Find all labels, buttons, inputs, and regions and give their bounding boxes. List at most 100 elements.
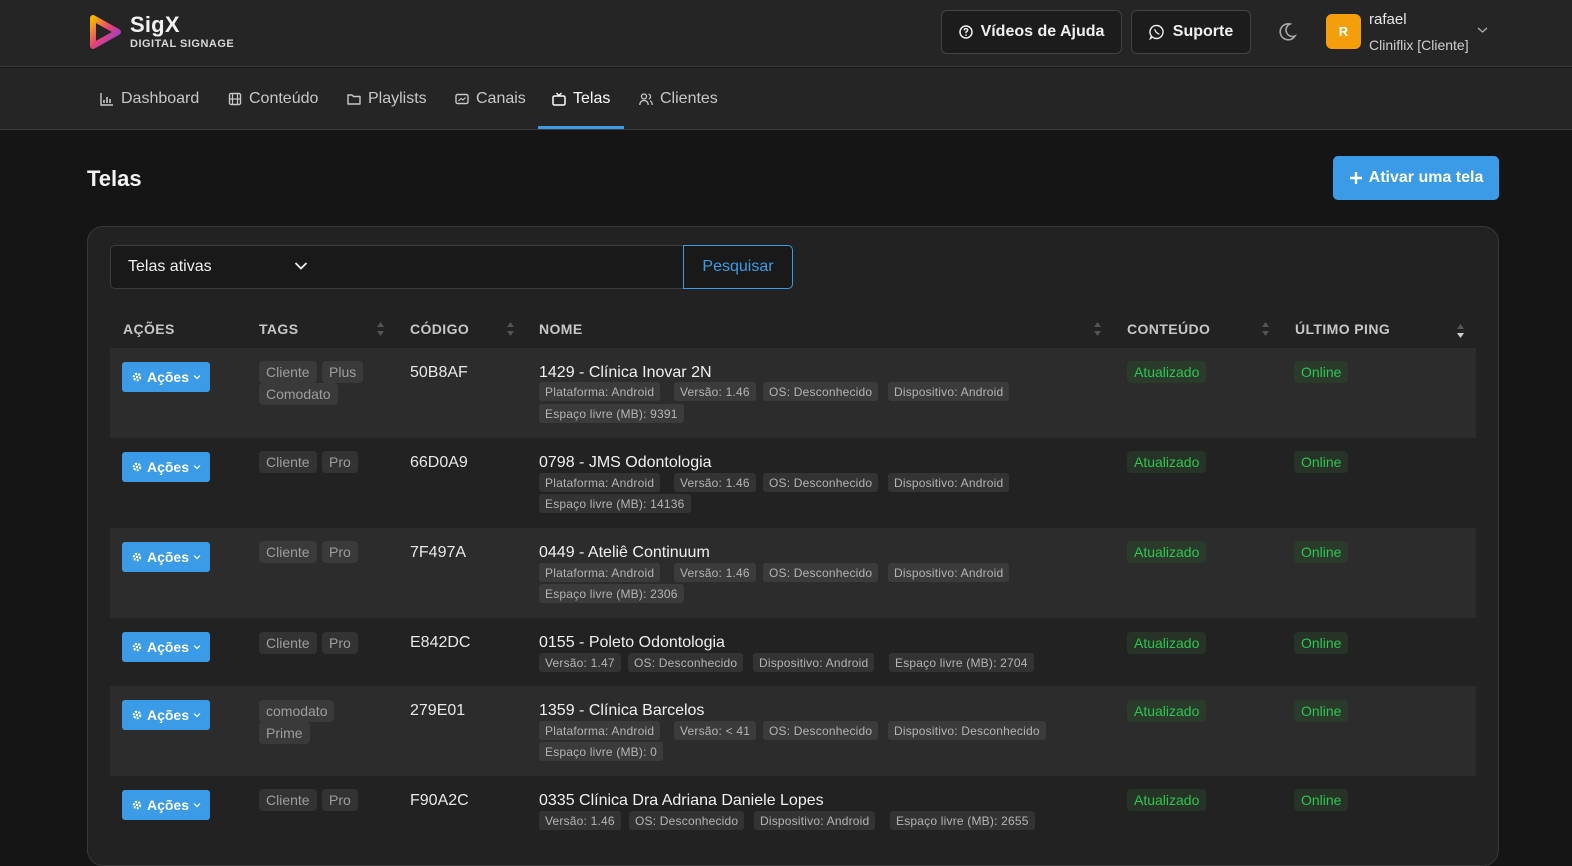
nav-label: Conteúdo: [249, 89, 319, 107]
film-icon: [228, 92, 242, 105]
sort-icon[interactable]: [1456, 322, 1465, 340]
support-label: Suporte: [1172, 23, 1234, 40]
nav-item-dashboard[interactable]: Dashboard: [100, 68, 199, 129]
header-tags[interactable]: TAGS: [259, 321, 298, 337]
gear-icon: [132, 372, 142, 382]
nav-label: Canais: [476, 89, 526, 107]
chevron-down-icon: [294, 262, 308, 270]
meta-badge: Versão: 1.46: [539, 811, 621, 830]
screen-name[interactable]: 0155 - Poleto Odontologia: [539, 634, 725, 652]
chevron-down-icon[interactable]: [1477, 26, 1488, 34]
meta-badge: Plataforma: Android: [539, 473, 661, 492]
header-last-ping[interactable]: ÚLTIMO PING: [1295, 321, 1390, 337]
sort-icon[interactable]: [376, 320, 385, 338]
search-button[interactable]: Pesquisar: [683, 245, 793, 289]
tag: Pro: [322, 541, 358, 563]
help-circle-icon: [958, 25, 973, 39]
meta-badge: Dispositivo: Android: [888, 563, 1010, 582]
content-status-badge: Atualizado: [1127, 451, 1207, 473]
help-videos-label: Vídeos de Ajuda: [980, 23, 1105, 40]
tag: Pro: [322, 789, 358, 811]
search-input[interactable]: [328, 245, 684, 289]
ping-status-badge: Online: [1294, 451, 1349, 473]
actions-button[interactable]: Ações: [122, 700, 210, 730]
moon-icon[interactable]: [1276, 21, 1298, 43]
screen-code: 50B8AF: [410, 364, 468, 381]
nav-item-telas[interactable]: Telas: [552, 68, 610, 129]
brand-subtitle: DIGITAL SIGNAGE: [130, 38, 235, 50]
activate-screen-button[interactable]: Ativar uma tela: [1333, 156, 1499, 200]
sort-icon[interactable]: [1261, 320, 1270, 338]
plus-icon: [1349, 172, 1362, 184]
actions-label: Ações: [146, 639, 190, 655]
tag: Plus: [322, 361, 364, 383]
header-code[interactable]: CÓDIGO: [410, 321, 469, 337]
actions-button[interactable]: Ações: [122, 790, 210, 820]
content-status-badge: Atualizado: [1127, 361, 1207, 383]
screen-name[interactable]: 1429 - Clínica Inovar 2N: [539, 364, 712, 382]
folder-icon: [347, 93, 361, 105]
nav-item-canais[interactable]: Canais: [455, 68, 526, 129]
meta-badge: Versão: 1.47: [539, 653, 621, 672]
table-row: Ações comodato Prime 279E01 1359 - Clíni…: [110, 686, 1476, 776]
brand-title: SigX: [130, 12, 180, 37]
support-button[interactable]: Suporte: [1131, 10, 1251, 54]
header-content[interactable]: CONTEÚDO: [1127, 321, 1210, 337]
actions-label: Ações: [146, 459, 190, 475]
chevron-down-icon: [193, 375, 201, 380]
user-name[interactable]: rafael: [1369, 11, 1407, 28]
chart-icon: [100, 92, 113, 106]
meta-badge: Plataforma: Android: [539, 721, 661, 740]
screen-name[interactable]: 1359 - Clínica Barcelos: [539, 702, 704, 720]
ping-status-badge: Online: [1294, 361, 1349, 383]
meta-badge: Dispositivo: Desconhecido: [888, 721, 1046, 740]
meta-badge: Espaço livre (MB): 9391: [539, 404, 684, 423]
users-icon: [639, 92, 653, 105]
logo[interactable]: SigX DIGITAL SIGNAGE: [86, 12, 246, 54]
meta-badge: Versão: 1.46: [674, 473, 756, 492]
user-organization[interactable]: Cliniflix [Cliente]: [1369, 37, 1469, 53]
actions-button[interactable]: Ações: [122, 542, 210, 572]
tag: Pro: [322, 632, 358, 654]
page-title: Telas: [87, 166, 142, 191]
avatar[interactable]: R: [1326, 14, 1361, 49]
ping-status-badge: Online: [1294, 541, 1349, 563]
meta-badge: OS: Desconhecido: [629, 811, 745, 830]
meta-badge: Versão: < 41: [674, 721, 757, 740]
meta-badge: Plataforma: Android: [539, 382, 661, 401]
screen-name[interactable]: 0335 Clínica Dra Adriana Daniele Lopes: [539, 792, 824, 810]
nav-item-clientes[interactable]: Clientes: [639, 68, 718, 129]
logo-icon: [90, 15, 121, 49]
content-status-badge: Atualizado: [1127, 789, 1207, 811]
chevron-down-icon: [193, 803, 201, 808]
tag: Pro: [322, 451, 358, 473]
ping-status-badge: Online: [1294, 700, 1349, 722]
help-videos-button[interactable]: Vídeos de Ajuda: [941, 10, 1122, 54]
nav-item-conteudo[interactable]: Conteúdo: [228, 68, 318, 129]
nav-label: Clientes: [660, 89, 718, 107]
tag: Cliente: [259, 451, 317, 473]
status-filter-select[interactable]: Telas ativas: [110, 245, 329, 289]
table-row: Ações Cliente Pro F90A2C 0335 Clínica Dr…: [110, 776, 1476, 844]
sort-icon[interactable]: [1093, 320, 1102, 338]
actions-label: Ações: [146, 797, 190, 813]
channel-icon: [455, 93, 469, 104]
tag: Comodato: [259, 383, 338, 405]
nav-item-playlists[interactable]: Playlists: [347, 68, 427, 129]
actions-button[interactable]: Ações: [122, 362, 210, 392]
screen-name[interactable]: 0798 - JMS Odontologia: [539, 454, 712, 472]
table-row: Ações Cliente Pro 7F497A 0449 - Ateliê C…: [110, 528, 1476, 618]
activate-screen-label: Ativar uma tela: [1368, 169, 1484, 186]
meta-badge: OS: Desconhecido: [763, 473, 879, 492]
tag: Prime: [259, 722, 310, 744]
chevron-down-icon: [193, 713, 201, 718]
meta-badge: Versão: 1.46: [674, 382, 756, 401]
header-name[interactable]: NOME: [539, 321, 583, 337]
actions-button[interactable]: Ações: [122, 632, 210, 662]
status-filter-value: Telas ativas: [128, 258, 212, 275]
actions-label: Ações: [146, 549, 190, 565]
screen-name[interactable]: 0449 - Ateliê Continuum: [539, 544, 710, 562]
actions-button[interactable]: Ações: [122, 452, 210, 482]
sort-icon[interactable]: [506, 320, 515, 338]
gear-icon: [132, 710, 142, 720]
